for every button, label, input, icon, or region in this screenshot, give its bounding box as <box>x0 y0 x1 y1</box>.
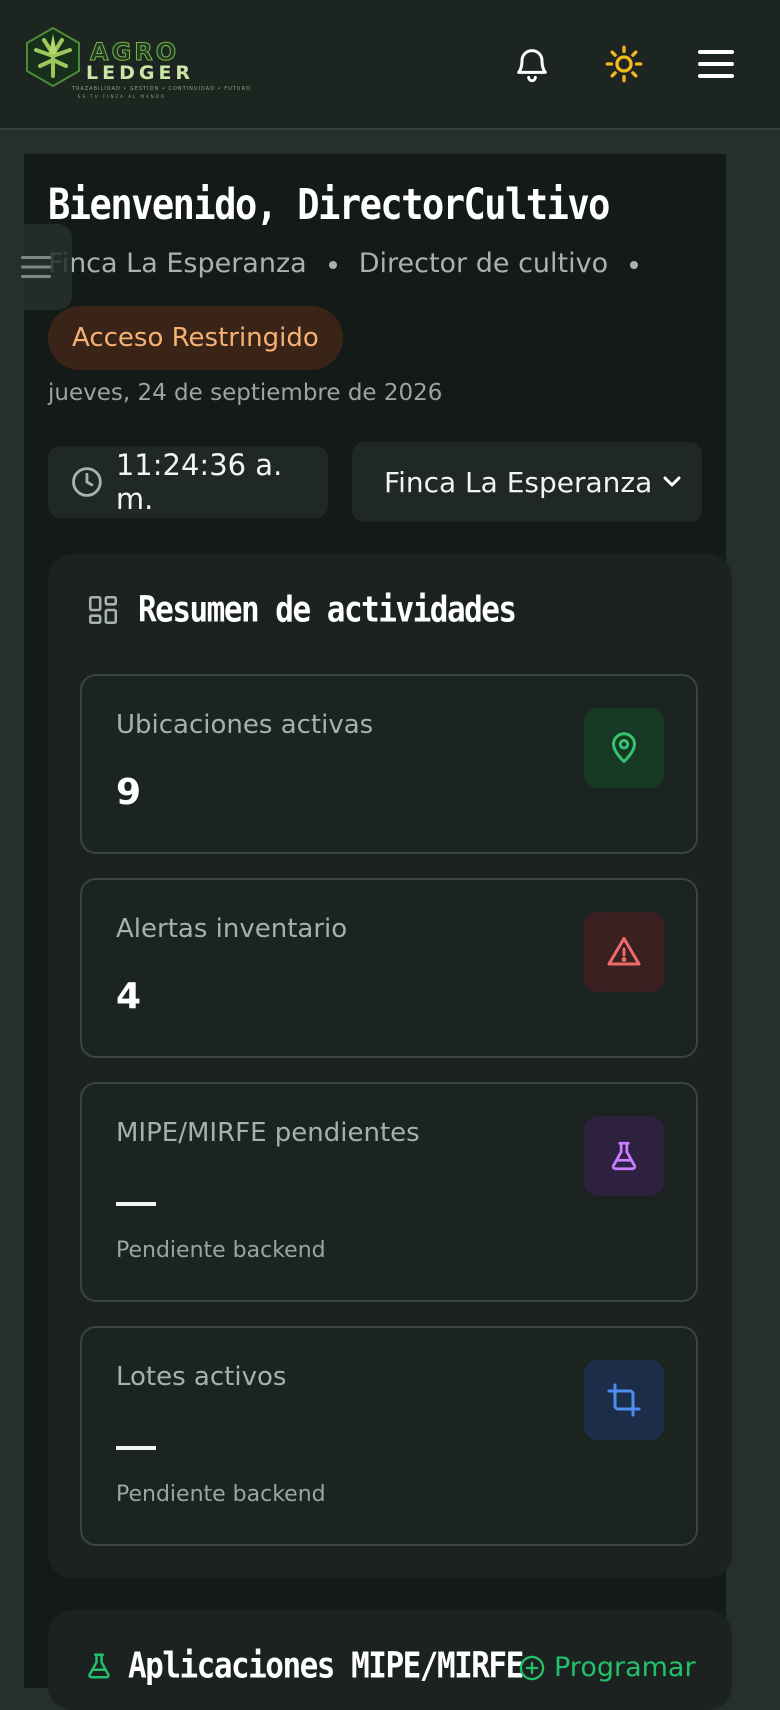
current-date: jueves, 24 de septiembre de 2026 <box>48 380 443 406</box>
stat-card-ubicaciones[interactable]: Ubicaciones activas 9 <box>80 674 698 854</box>
stat-label: Alertas inventario <box>116 914 348 944</box>
finca-name: Finca La Esperanza <box>48 248 307 279</box>
main-menu-button[interactable] <box>690 38 742 90</box>
notifications-button[interactable] <box>506 38 558 90</box>
dashboard-grid-icon <box>88 595 118 625</box>
stat-value: 9 <box>116 772 142 813</box>
logo-subline: ES TU FINCA AL MANDO <box>78 94 166 99</box>
page-title: Bienvenido, DirectorCultivo <box>48 180 610 230</box>
finca-select-value: Finca La Esperanza <box>384 465 653 499</box>
stat-card-lotes[interactable]: Lotes activos Pendiente backend <box>80 1326 698 1546</box>
separator-dot <box>328 260 337 269</box>
flask-icon <box>611 1141 637 1171</box>
stat-note: Pendiente backend <box>116 1238 326 1263</box>
programar-label: Programar <box>554 1652 696 1683</box>
applications-header: Aplicaciones MIPE/MIRFE <box>84 1645 524 1687</box>
flask-icon <box>88 1653 110 1679</box>
separator-dot <box>630 260 639 269</box>
bell-icon <box>517 49 547 83</box>
stat-empty-dash <box>116 1202 156 1206</box>
finca-select[interactable]: Finca La Esperanza <box>352 442 702 522</box>
stat-icon-badge <box>584 1360 664 1440</box>
stat-value: 4 <box>116 976 142 1017</box>
sun-icon <box>605 45 643 83</box>
stat-icon-badge <box>584 708 664 788</box>
summary-title: Resumen de actividades <box>138 589 517 631</box>
menu-icon <box>698 50 734 78</box>
sidebar-toggle-button[interactable] <box>0 224 72 310</box>
chevron-down-icon <box>663 476 681 487</box>
stat-icon-badge <box>584 1116 664 1196</box>
map-pin-icon <box>612 732 636 763</box>
programar-button[interactable]: Programar <box>518 1652 696 1683</box>
stat-label: MIPE/MIRFE pendientes <box>116 1118 420 1148</box>
stat-label: Lotes activos <box>116 1362 287 1392</box>
top-bar: AGRO LEDGER TRAZABILIDAD • GESTIÓN • CON… <box>0 0 780 130</box>
user-meta: Finca La Esperanza Director de cultivo <box>48 248 660 279</box>
summary-header: Resumen de actividades <box>86 589 517 631</box>
clock-icon <box>72 467 102 497</box>
stat-card-mipe-mirfe[interactable]: MIPE/MIRFE pendientes Pendiente backend <box>80 1082 698 1302</box>
menu-icon <box>21 256 51 278</box>
applications-title: Aplicaciones MIPE/MIRFE <box>128 1645 524 1687</box>
stat-card-alertas[interactable]: Alertas inventario 4 <box>80 878 698 1058</box>
crop-icon <box>607 1383 641 1417</box>
theme-toggle-button[interactable] <box>598 38 650 90</box>
access-badge: Acceso Restringido <box>48 306 343 370</box>
clock-display: 11:24:36 a. m. <box>48 446 328 518</box>
current-time: 11:24:36 a. m. <box>115 448 283 516</box>
agro-ledger-logo[interactable]: AGRO LEDGER TRAZABILIDAD • GESTIÓN • CON… <box>22 24 250 104</box>
alert-triangle-icon <box>607 937 641 966</box>
logo-ledger-text: LEDGER <box>86 62 195 84</box>
cannabis-leaf-icon <box>26 26 80 88</box>
plus-circle-icon <box>519 1655 545 1680</box>
stat-label: Ubicaciones activas <box>116 710 374 740</box>
stat-note: Pendiente backend <box>116 1482 326 1507</box>
stat-empty-dash <box>116 1446 156 1450</box>
logo-tagline: TRAZABILIDAD • GESTIÓN • CONTINUIDAD • F… <box>72 86 251 92</box>
stat-icon-badge <box>584 912 664 992</box>
user-role: Director de cultivo <box>358 248 609 279</box>
